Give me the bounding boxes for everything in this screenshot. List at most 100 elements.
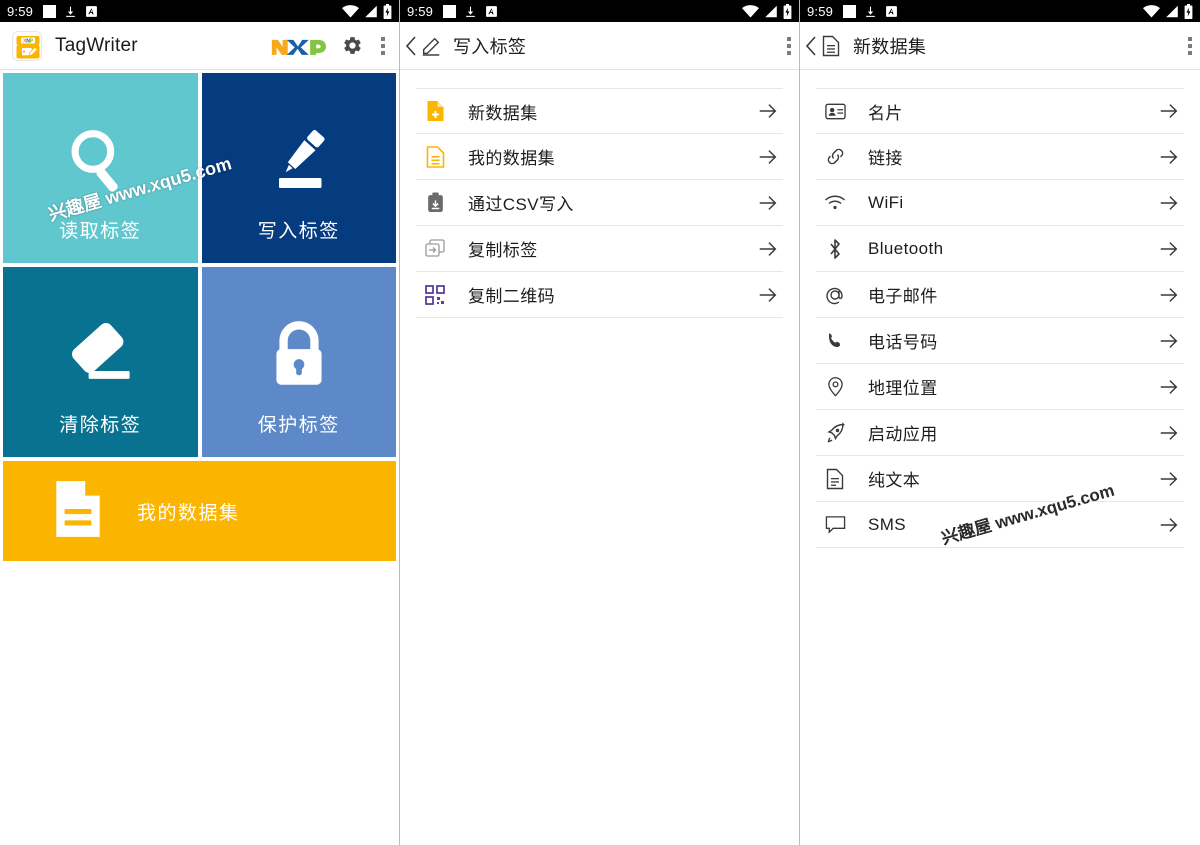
arrow-right-icon <box>1160 517 1178 532</box>
tile-row-1: 读取标签 写入标签 <box>3 73 396 263</box>
pen-edit-icon <box>422 37 440 56</box>
status-bar: 9:59 <box>800 0 1200 22</box>
status-bar-clock: 9:59 <box>7 3 34 19</box>
list-item-csv-import[interactable]: 通过CSV写入 <box>416 180 783 226</box>
wifi-icon <box>1143 4 1160 18</box>
tile-erase-tag[interactable]: 清除标签 <box>3 267 198 457</box>
contact-card-icon <box>824 100 846 122</box>
list-item-label: 纯文本 <box>868 471 921 490</box>
list-item-launch-app[interactable]: 启动应用 <box>816 410 1184 456</box>
list-item-label: 复制二维码 <box>468 287 555 306</box>
list-item-new-dataset[interactable]: 新数据集 <box>416 88 783 134</box>
download-icon <box>466 6 475 17</box>
status-bar-clock: 9:59 <box>407 3 434 19</box>
page-title: 新数据集 <box>853 36 927 57</box>
battery-charging-icon <box>383 3 392 19</box>
download-icon <box>66 6 75 17</box>
tagwriter-app-icon[interactable]: N P X <box>12 30 42 61</box>
screen-home: 9:59 N P X TagWriter 读取标签 写入标签 清除标签 保护标签… <box>0 0 400 845</box>
arrow-right-icon <box>1160 287 1178 302</box>
white-square-icon <box>843 4 857 18</box>
new-dataset-icon <box>424 100 446 122</box>
arrow-right-icon <box>1160 379 1178 394</box>
wifi-icon <box>824 192 846 214</box>
chevron-left-icon[interactable] <box>404 35 418 57</box>
signal-icon <box>365 5 377 17</box>
arrow-right-icon <box>759 241 777 256</box>
location-pin-icon <box>824 376 846 398</box>
new-dataset-list: 名片 链接 WiFi Bluetooth 电子邮件 电话号码 地理位置 启动应用… <box>800 88 1200 548</box>
kebab-menu-icon[interactable] <box>379 36 387 55</box>
tile-protect-tag[interactable]: 保护标签 <box>201 267 397 457</box>
list-item-label: SMS <box>868 514 907 534</box>
tile-write-tag[interactable]: 写入标签 <box>201 73 397 263</box>
arrow-right-icon <box>1160 104 1178 118</box>
status-bar-clock: 9:59 <box>807 3 834 19</box>
sub-app-bar: 写入标签 <box>400 22 799 70</box>
tile-label: 保护标签 <box>257 415 340 436</box>
page-title: 写入标签 <box>453 36 527 57</box>
list-item-link[interactable]: 链接 <box>816 134 1184 180</box>
tile-my-datasets[interactable]: 我的数据集 <box>3 461 396 561</box>
status-bar-left-icons <box>843 4 898 18</box>
list-item-label: 复制标签 <box>468 241 538 260</box>
list-item-sms[interactable]: SMS <box>816 502 1184 548</box>
arrow-right-icon <box>759 287 777 302</box>
kebab-menu-icon[interactable] <box>1186 36 1194 55</box>
email-at-icon <box>824 284 846 306</box>
status-bar-right-icons <box>742 0 792 22</box>
list-item-copy-qr[interactable]: 复制二维码 <box>416 272 783 318</box>
arrow-right-icon <box>1160 241 1178 256</box>
a-box-icon <box>486 5 498 17</box>
lock-icon <box>202 317 397 393</box>
tile-label: 写入标签 <box>257 221 340 242</box>
document-icon <box>51 478 105 545</box>
list-item-label: 电子邮件 <box>868 287 938 306</box>
list-item-my-datasets[interactable]: 我的数据集 <box>416 134 783 180</box>
battery-charging-icon <box>1184 3 1193 19</box>
list-item-copy-tag[interactable]: 复制标签 <box>416 226 783 272</box>
list-item-label: 地理位置 <box>868 379 938 398</box>
arrow-right-icon <box>1160 333 1178 348</box>
home-tile-grid: 读取标签 写入标签 清除标签 保护标签 我的数据集 <box>0 70 399 564</box>
list-item-label: 名片 <box>868 103 903 123</box>
a-box-icon <box>86 5 98 17</box>
arrow-right-icon <box>759 104 777 118</box>
bluetooth-icon <box>824 238 846 260</box>
list-item-email[interactable]: 电子邮件 <box>816 272 1184 318</box>
tile-row-2: 清除标签 保护标签 <box>3 267 396 457</box>
list-item-geo-location[interactable]: 地理位置 <box>816 364 1184 410</box>
copy-tag-icon <box>424 238 446 260</box>
white-square-icon <box>443 4 457 18</box>
eraser-icon <box>3 317 198 393</box>
wifi-icon <box>342 4 359 18</box>
list-item-phone-number[interactable]: 电话号码 <box>816 318 1184 364</box>
battery-charging-icon <box>783 3 792 19</box>
a-box-icon <box>886 5 898 17</box>
rocket-launch-icon <box>824 421 846 444</box>
arrow-right-icon <box>1160 425 1178 440</box>
list-item-label: 链接 <box>868 149 903 168</box>
list-item-label: 通过CSV写入 <box>468 195 574 214</box>
chevron-left-icon[interactable] <box>804 35 818 57</box>
sms-bubble-icon <box>824 514 846 536</box>
signal-icon <box>1166 5 1178 17</box>
csv-import-icon <box>424 192 446 214</box>
status-bar-right-icons <box>1143 0 1193 22</box>
app-bar: N P X TagWriter <box>0 22 399 70</box>
my-datasets-icon <box>424 145 446 168</box>
pen-tag-icon <box>202 123 397 203</box>
list-item-business-card[interactable]: 名片 <box>816 88 1184 134</box>
list-item-bluetooth[interactable]: Bluetooth <box>816 226 1184 272</box>
gear-icon[interactable] <box>342 35 363 56</box>
arrow-right-icon <box>759 195 777 210</box>
tile-read-tag[interactable]: 读取标签 <box>3 73 198 263</box>
arrow-right-icon <box>759 149 777 164</box>
list-item-plain-text[interactable]: 纯文本 <box>816 456 1184 502</box>
list-item-wifi[interactable]: WiFi <box>816 180 1184 226</box>
kebab-menu-icon[interactable] <box>785 36 793 55</box>
status-bar: 9:59 <box>400 0 799 22</box>
screen-new-dataset: 9:59 新数据集 名片 链接 WiFi Bluetooth 电子邮件 电话号码… <box>800 0 1200 845</box>
status-bar-left-icons <box>43 4 98 18</box>
list-top-spacer <box>800 70 1200 88</box>
